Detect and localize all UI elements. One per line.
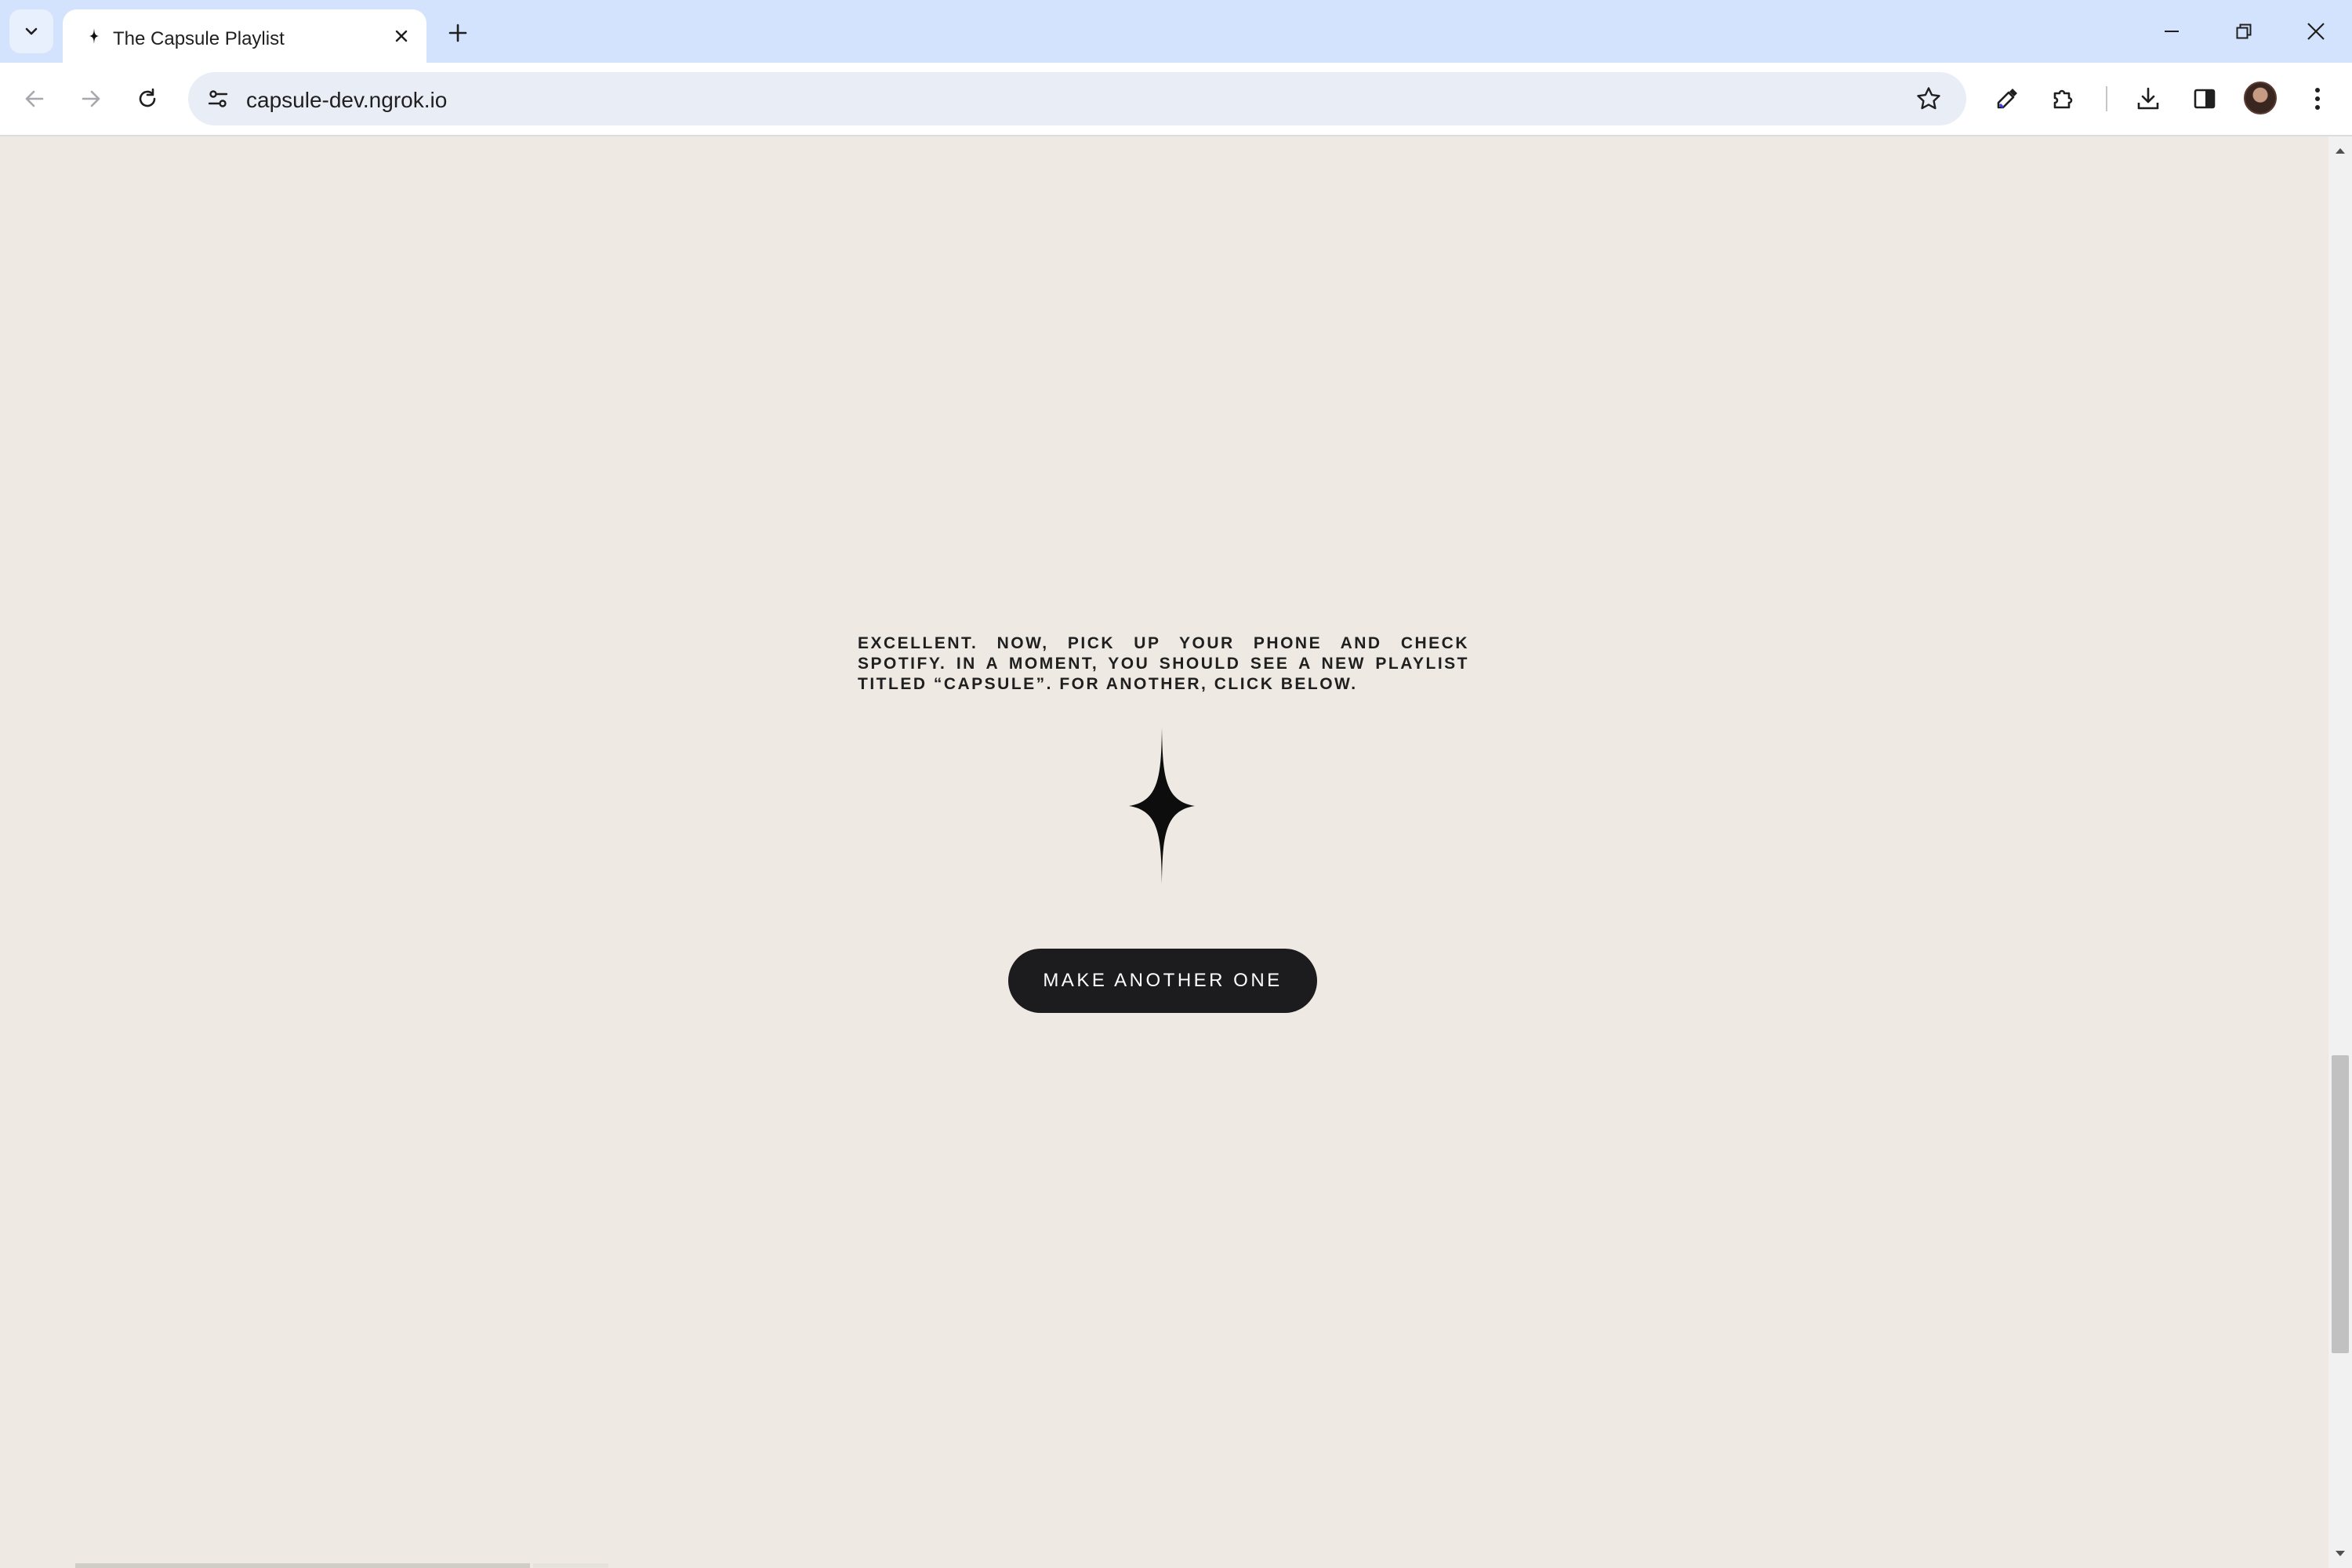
close-icon [2307, 23, 2325, 40]
sparkle-icon [89, 28, 99, 44]
side-panel-icon [2194, 89, 2216, 109]
forward-arrow-icon [82, 90, 100, 107]
side-panel-button[interactable] [2183, 77, 2227, 121]
close-icon [395, 30, 408, 42]
restore-icon [2236, 24, 2252, 39]
tab-search-button[interactable] [9, 9, 53, 53]
sparkle-icon [1129, 728, 1195, 884]
caret-down-icon [2336, 1551, 2345, 1556]
horizontal-scrollbar-track [533, 1563, 608, 1568]
avatar[interactable] [2244, 82, 2277, 114]
scroll-down-arrow[interactable] [2328, 1544, 2352, 1563]
page-content: EXCELLENT. NOW, PICK UP YOUR PHONE AND C… [0, 136, 2328, 1568]
tune-icon [208, 90, 228, 107]
downloads-button[interactable] [2126, 77, 2170, 121]
close-window-button[interactable] [2288, 8, 2344, 55]
forward-button[interactable] [69, 77, 113, 121]
vertical-scrollbar[interactable] [2328, 136, 2352, 1568]
download-icon [2137, 87, 2159, 110]
plus-icon [448, 24, 467, 42]
bookmark-button[interactable] [1910, 80, 1947, 118]
horizontal-scrollbar-thumb[interactable] [75, 1563, 530, 1568]
chevron-down-icon [25, 27, 38, 35]
menu-button[interactable] [2296, 77, 2339, 121]
back-button[interactable] [13, 77, 56, 121]
kebab-menu-icon [2315, 88, 2320, 110]
eyedropper-icon [1997, 89, 2017, 109]
reload-icon [139, 88, 156, 107]
extensions-button[interactable] [2042, 77, 2085, 121]
new-tab-button[interactable] [441, 16, 475, 50]
minimize-button[interactable] [2143, 8, 2200, 55]
make-another-button[interactable]: MAKE ANOTHER ONE [1008, 949, 1317, 1013]
minimize-icon [2165, 31, 2179, 32]
scrollbar-thumb[interactable] [2332, 1055, 2349, 1353]
address-bar[interactable]: capsule-dev.ngrok.io [188, 72, 1966, 125]
browser-toolbar: capsule-dev.ngrok.io [0, 63, 2352, 135]
tab-strip: The Capsule Playlist [0, 0, 2352, 63]
reload-button[interactable] [125, 77, 169, 121]
tab-title: The Capsule Playlist [113, 28, 285, 49]
back-arrow-icon [25, 90, 44, 107]
site-info-button[interactable] [199, 80, 237, 118]
restore-button[interactable] [2216, 8, 2272, 55]
caret-up-icon [2336, 148, 2345, 154]
url-text[interactable]: capsule-dev.ngrok.io [246, 88, 447, 113]
close-tab-button[interactable] [389, 24, 414, 49]
star-icon [1917, 87, 1940, 110]
eyedropper-extension-button[interactable] [1985, 77, 2029, 121]
confirmation-message: EXCELLENT. NOW, PICK UP YOUR PHONE AND C… [858, 634, 1469, 693]
puzzle-icon [2053, 89, 2073, 109]
active-tab[interactable]: The Capsule Playlist [63, 9, 426, 63]
scroll-up-arrow[interactable] [2328, 141, 2352, 160]
toolbar-divider [2106, 86, 2107, 111]
